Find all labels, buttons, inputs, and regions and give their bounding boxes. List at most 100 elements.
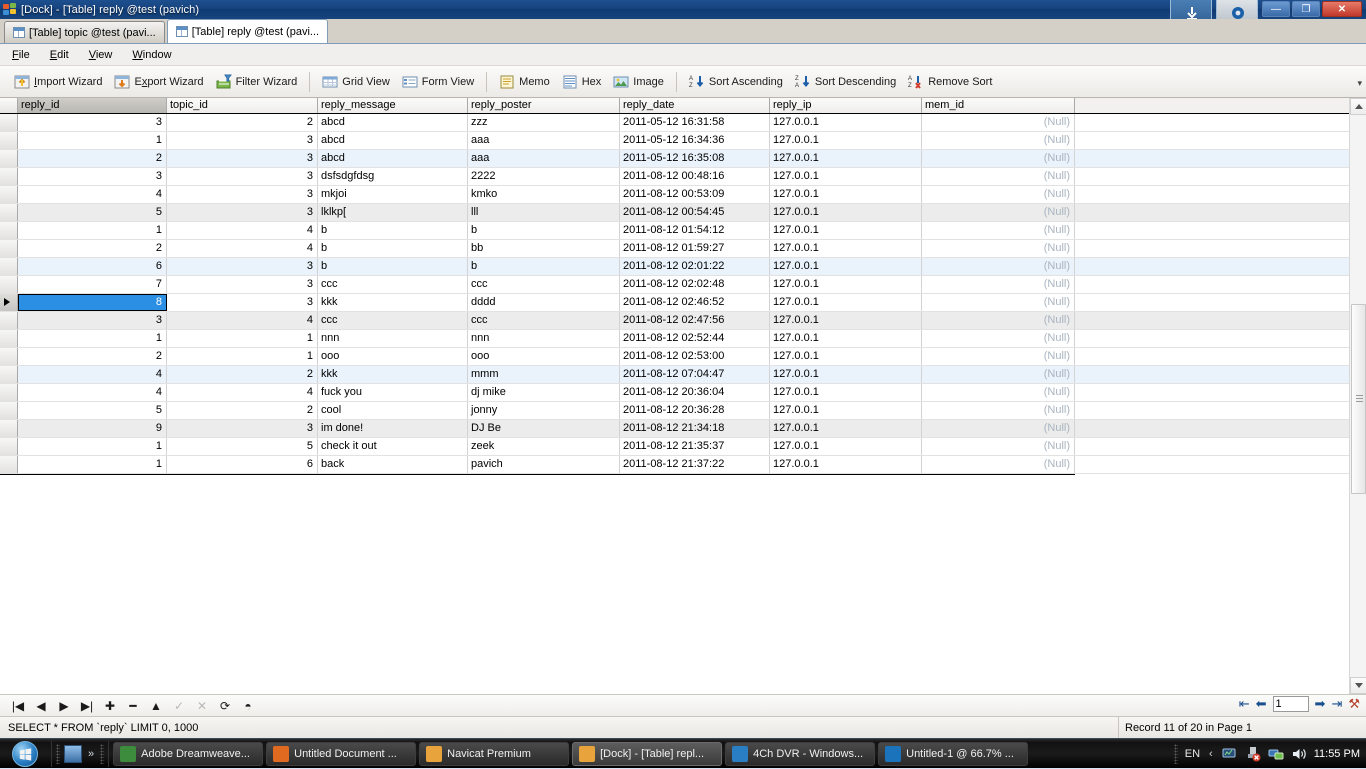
cell-reply_date[interactable]: 2011-05-12 16:31:58 <box>620 114 770 131</box>
cell-reply_poster[interactable]: mmm <box>468 366 620 383</box>
cell-reply_ip[interactable]: 127.0.0.1 <box>770 168 922 185</box>
cell-topic_id[interactable]: 2 <box>167 366 318 383</box>
cell-reply_id[interactable]: 1 <box>18 222 167 239</box>
cell-mem_id[interactable]: (Null) <box>922 222 1075 239</box>
cell-reply_id[interactable]: 2 <box>18 348 167 365</box>
cell-reply_ip[interactable]: 127.0.0.1 <box>770 348 922 365</box>
cell-reply_id[interactable]: 9 <box>18 420 167 437</box>
row-marker[interactable] <box>0 294 18 311</box>
column-header-reply_poster[interactable]: reply_poster <box>468 98 620 113</box>
cell-reply_date[interactable]: 2011-08-12 20:36:04 <box>620 384 770 401</box>
cell-reply_message[interactable]: b <box>318 258 468 275</box>
cell-topic_id[interactable]: 2 <box>167 114 318 131</box>
cell-reply_ip[interactable]: 127.0.0.1 <box>770 312 922 329</box>
cell-reply_date[interactable]: 2011-08-12 01:59:27 <box>620 240 770 257</box>
row-marker[interactable] <box>0 348 18 365</box>
previous-record-button[interactable]: ◀ <box>31 697 51 715</box>
cell-reply_poster[interactable]: ccc <box>468 276 620 293</box>
cell-reply_message[interactable]: check it out <box>318 438 468 455</box>
cell-reply_message[interactable]: lklkp[ <box>318 204 468 221</box>
delete-record-button[interactable]: ━ <box>123 697 143 715</box>
cell-topic_id[interactable]: 5 <box>167 438 318 455</box>
cell-reply_ip[interactable]: 127.0.0.1 <box>770 222 922 239</box>
menu-file[interactable]: File <box>10 47 40 63</box>
cell-reply_poster[interactable]: ccc <box>468 312 620 329</box>
cell-reply_message[interactable]: dsfsdgfdsg <box>318 168 468 185</box>
cell-mem_id[interactable]: (Null) <box>922 132 1075 149</box>
cell-topic_id[interactable]: 3 <box>167 420 318 437</box>
cell-reply_date[interactable]: 2011-08-12 01:54:12 <box>620 222 770 239</box>
network-monitor-icon[interactable] <box>1222 746 1238 762</box>
column-header-reply_id[interactable]: reply_id <box>18 98 167 113</box>
row-marker[interactable] <box>0 456 18 473</box>
cell-reply_message[interactable]: ooo <box>318 348 468 365</box>
cell-reply_date[interactable]: 2011-08-12 00:48:16 <box>620 168 770 185</box>
last-page-button[interactable]: ⇥ <box>1331 696 1342 712</box>
cell-reply_date[interactable]: 2011-08-12 02:01:22 <box>620 258 770 275</box>
cell-mem_id[interactable]: (Null) <box>922 366 1075 383</box>
vertical-scrollbar[interactable] <box>1349 98 1366 694</box>
cell-reply_id[interactable]: 3 <box>18 312 167 329</box>
cell-topic_id[interactable]: 3 <box>167 132 318 149</box>
column-header-reply_date[interactable]: reply_date <box>620 98 770 113</box>
close-button[interactable]: ✕ <box>1322 1 1362 17</box>
row-marker[interactable] <box>0 132 18 149</box>
cell-mem_id[interactable]: (Null) <box>922 312 1075 329</box>
cell-mem_id[interactable]: (Null) <box>922 114 1075 131</box>
row-marker[interactable] <box>0 258 18 275</box>
cell-reply_date[interactable]: 2011-08-12 20:36:28 <box>620 402 770 419</box>
table-row[interactable]: 2 1 ooo ooo 2011-08-12 02:53:00 127.0.0.1 (Nul… <box>0 348 1366 366</box>
cell-reply_id[interactable]: 4 <box>18 186 167 203</box>
cell-reply_date[interactable]: 2011-08-12 00:54:45 <box>620 204 770 221</box>
row-marker[interactable] <box>0 384 18 401</box>
scrollbar-thumb[interactable] <box>1351 304 1366 494</box>
toolbar-grip-icon[interactable] <box>1173 744 1178 764</box>
cell-mem_id[interactable]: (Null) <box>922 258 1075 275</box>
row-marker[interactable] <box>0 420 18 437</box>
cell-reply_message[interactable]: ccc <box>318 312 468 329</box>
cell-topic_id[interactable]: 3 <box>167 294 318 311</box>
table-row[interactable]: 4 2 kkk mmm 2011-08-12 07:04:47 127.0.0.1 (Nul… <box>0 366 1366 384</box>
table-row[interactable]: 3 3 dsfsdgfdsg 2222 2011-08-12 00:48:16 127.0… <box>0 168 1366 186</box>
cell-topic_id[interactable]: 3 <box>167 168 318 185</box>
cell-topic_id[interactable]: 2 <box>167 402 318 419</box>
table-row[interactable]: 2 4 b bb 2011-08-12 01:59:27 127.0.0.1 (Null) <box>0 240 1366 258</box>
language-indicator[interactable]: EN <box>1185 748 1200 760</box>
memo-button[interactable]: Memo <box>493 71 556 93</box>
menu-edit[interactable]: Edit <box>48 47 79 63</box>
cell-reply_message[interactable]: back <box>318 456 468 473</box>
show-desktop-icon[interactable] <box>64 744 82 763</box>
cell-reply_ip[interactable]: 127.0.0.1 <box>770 258 922 275</box>
row-marker[interactable] <box>0 168 18 185</box>
table-row[interactable]: 9 3 im done! DJ Be 2011-08-12 21:34:18 127.0.… <box>0 420 1366 438</box>
cell-reply_id[interactable]: 6 <box>18 258 167 275</box>
cell-mem_id[interactable]: (Null) <box>922 150 1075 167</box>
first-page-button[interactable]: ⇤ <box>1239 696 1250 712</box>
cell-reply_date[interactable]: 2011-08-12 02:53:00 <box>620 348 770 365</box>
cell-reply_date[interactable]: 2011-05-12 16:35:08 <box>620 150 770 167</box>
taskbar-button[interactable]: [Dock] - [Table] repl... <box>572 741 723 766</box>
next-record-button[interactable]: ▶ <box>54 697 74 715</box>
cell-reply_poster[interactable]: 2222 <box>468 168 620 185</box>
cell-reply_poster[interactable]: pavich <box>468 456 620 473</box>
row-marker[interactable] <box>0 222 18 239</box>
column-header-topic_id[interactable]: topic_id <box>167 98 318 113</box>
cell-topic_id[interactable]: 1 <box>167 330 318 347</box>
row-marker[interactable] <box>0 276 18 293</box>
cell-reply_date[interactable]: 2011-08-12 07:04:47 <box>620 366 770 383</box>
table-row[interactable]: 2 3 abcd aaa 2011-05-12 16:35:08 127.0.0.1 (Nu… <box>0 150 1366 168</box>
cell-reply_id[interactable]: 5 <box>18 204 167 221</box>
cell-reply_message[interactable]: ccc <box>318 276 468 293</box>
row-marker[interactable] <box>0 330 18 347</box>
refresh-button[interactable]: ⟳ <box>215 697 235 715</box>
cell-reply_message[interactable]: cool <box>318 402 468 419</box>
taskbar-button[interactable]: Untitled Document ... <box>266 741 417 766</box>
cell-reply_poster[interactable]: zzz <box>468 114 620 131</box>
cell-reply_date[interactable]: 2011-05-12 16:34:36 <box>620 132 770 149</box>
cell-reply_id[interactable]: 1 <box>18 330 167 347</box>
cell-reply_ip[interactable]: 127.0.0.1 <box>770 240 922 257</box>
cell-mem_id[interactable]: (Null) <box>922 402 1075 419</box>
cell-reply_date[interactable]: 2011-08-12 00:53:09 <box>620 186 770 203</box>
page-settings-button[interactable]: ⚒ <box>1348 696 1360 712</box>
table-row[interactable]: 6 3 b b 2011-08-12 02:01:22 127.0.0.1 (Null) <box>0 258 1366 276</box>
